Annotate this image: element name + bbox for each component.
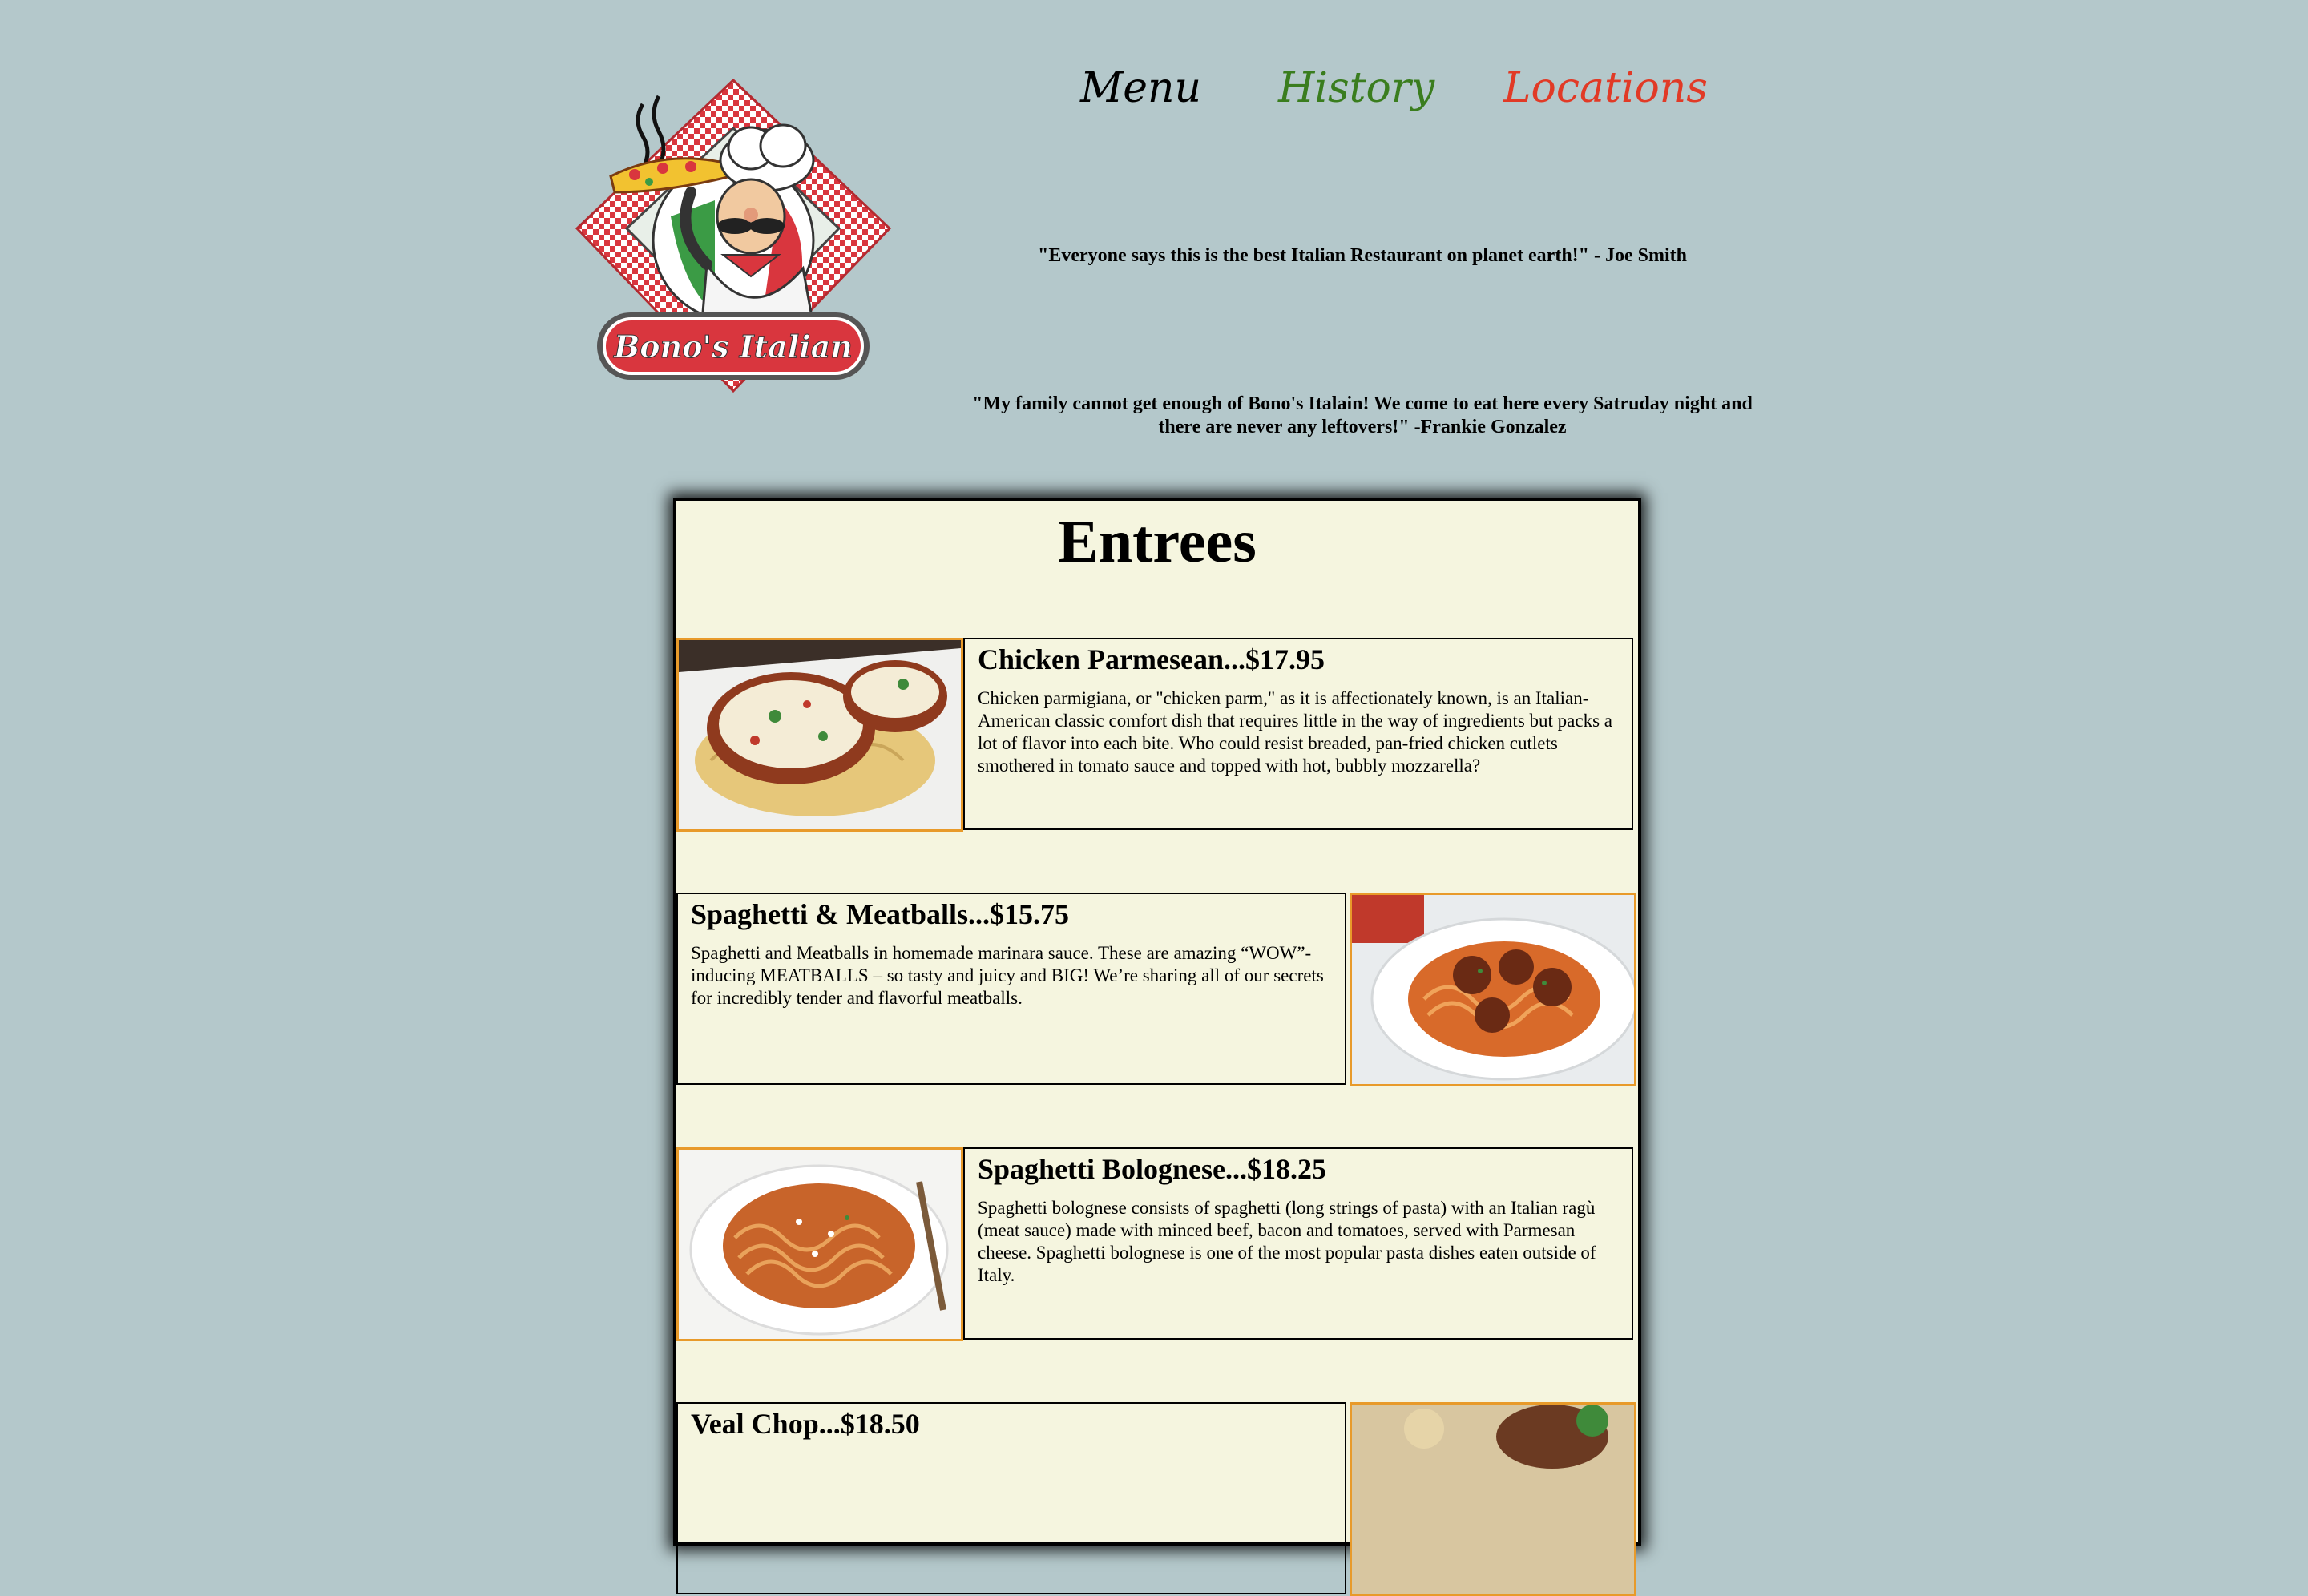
spaghetti-meatballs-details: Spaghetti & Meatballs...$15.75 Spaghetti… <box>676 893 1346 1085</box>
menu-item-spaghetti-bolognese: Spaghetti Bolognese...$18.25 Spaghetti b… <box>676 1147 1638 1341</box>
spaghetti-bolognese-details: Spaghetti Bolognese...$18.25 Spaghetti b… <box>963 1147 1633 1340</box>
item-description: Spaghetti and Meatballs in homemade mari… <box>691 943 1324 1008</box>
main-nav: Menu History Locations <box>0 64 2308 120</box>
menu-item-chicken-parmesean: Chicken Parmesean...$17.95 Chicken parmi… <box>676 638 1638 832</box>
item-title: Veal Chop...$18.50 <box>691 1408 920 1440</box>
testimonial-joe-smith: "Everyone says this is the best Italian … <box>1038 245 1687 266</box>
testimonial-frankie-gonzalez: "My family cannot get enough of Bono's I… <box>972 393 1753 437</box>
bonos-italian-logo[interactable]: Bono's Italian <box>571 72 896 409</box>
item-title: Spaghetti & Meatballs...$15.75 <box>691 898 1069 930</box>
spaghetti-bolognese-photo <box>676 1147 963 1341</box>
entrees-panel: Entrees Chicken Parmesean...$17.95 Chick… <box>673 498 1641 1596</box>
nav-link-menu[interactable]: Menu <box>1080 64 1201 112</box>
chicken-parmesean-photo <box>676 638 963 832</box>
section-title: Entrees <box>1058 508 1257 575</box>
item-title: Chicken Parmesean...$17.95 <box>978 643 1325 675</box>
logo-text: Bono's Italian <box>613 328 853 365</box>
page-header: Bono's Italian Menu History Locations "E… <box>0 0 2308 481</box>
menu-item-veal-chop: Veal Chop...$18.50 <box>676 1402 1638 1596</box>
menu-item-spaghetti-meatballs: Spaghetti & Meatballs...$15.75 Spaghetti… <box>676 893 1638 1086</box>
veal-chop-photo <box>1350 1402 1636 1596</box>
item-description: Spaghetti bolognese consists of spaghett… <box>978 1198 1596 1285</box>
nav-link-locations[interactable]: Locations <box>1503 64 1708 112</box>
item-title: Spaghetti Bolognese...$18.25 <box>978 1153 1327 1185</box>
item-description: Chicken parmigiana, or "chicken parm," a… <box>978 688 1612 776</box>
nav-link-history[interactable]: History <box>1278 64 1434 112</box>
spaghetti-meatballs-photo <box>1350 893 1636 1086</box>
chicken-parmesean-details: Chicken Parmesean...$17.95 Chicken parmi… <box>963 638 1633 830</box>
veal-chop-details: Veal Chop...$18.50 <box>676 1402 1346 1594</box>
logo-image: Bono's Italian <box>575 78 892 393</box>
